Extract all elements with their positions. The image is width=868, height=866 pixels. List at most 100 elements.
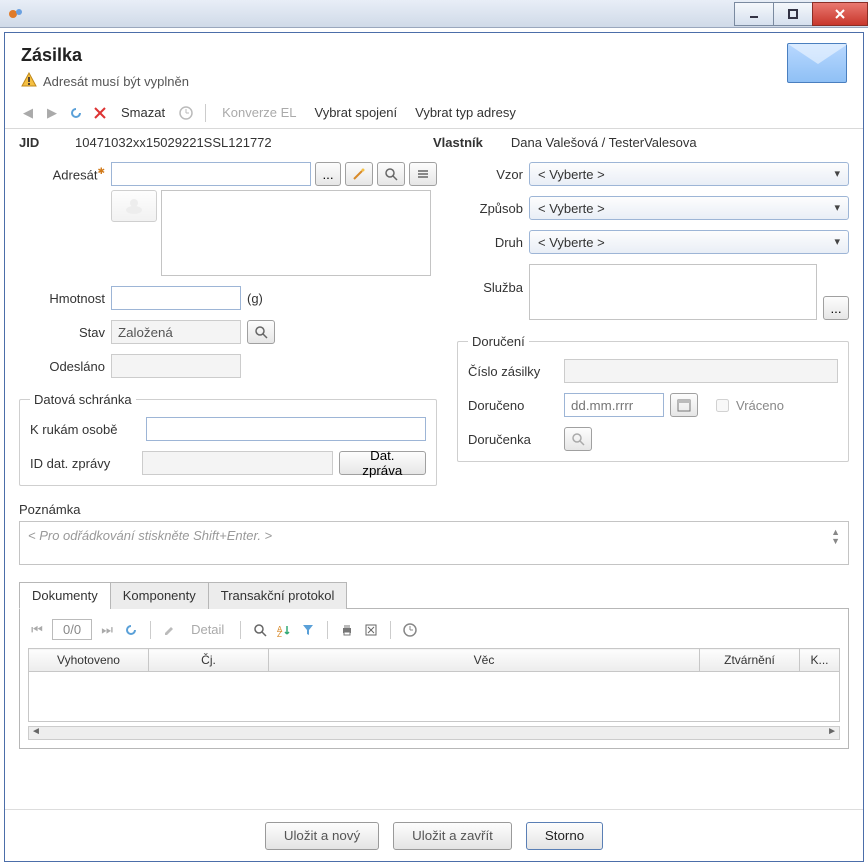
nav-back-icon[interactable]: ◀ [19,104,37,122]
save-and-new-button[interactable]: Uložit a nový [265,822,379,850]
tab-bar: Dokumenty Komponenty Transakční protokol [19,581,849,609]
vzor-select[interactable]: < Vyberte > [529,162,849,186]
hmotnost-label: Hmotnost [19,291,105,306]
envelope-icon [787,43,847,83]
adresat-label: Adresát [53,167,98,182]
browse-button[interactable]: ... [315,162,341,186]
poznamka-input[interactable]: < Pro odřádkování stiskněte Shift+Enter.… [19,521,849,565]
zpusob-select[interactable]: < Vyberte > [529,196,849,220]
vraceno-label: Vráceno [736,398,784,413]
documents-table: Vyhotoveno Čj. Věc Ztvárnění K... [28,648,840,722]
list-icon[interactable] [409,162,437,186]
detail-button: Detail [185,620,230,639]
save-and-close-button[interactable]: Uložit a zavřít [393,822,512,850]
adresat-input[interactable] [111,162,311,186]
refresh-icon[interactable] [67,104,85,122]
doruceno-input[interactable] [564,393,664,417]
owner-value: Dana Valešová / TesterValesova [503,135,849,150]
datova-schranka-legend: Datová schránka [30,392,136,407]
svg-text:Z: Z [277,630,282,637]
doruceni-legend: Doručení [468,334,529,349]
grid-sort-icon[interactable]: AZ [275,621,293,639]
grid-search-icon[interactable] [251,621,269,639]
grid-refresh-icon[interactable] [122,621,140,639]
owner-label: Vlastník [433,135,483,150]
table-row [29,672,840,722]
poznamka-label: Poznámka [19,502,849,517]
window-close-button[interactable] [812,2,868,26]
stav-label: Stav [19,325,105,340]
doruceni-group: Doručení Číslo zásilky Doručeno Vráceno [457,334,849,462]
dorucenka-label: Doručenka [468,432,558,447]
vybrat-typ-adresy-button[interactable]: Vybrat typ adresy [409,103,522,122]
cancel-button[interactable]: Storno [526,822,603,850]
hmotnost-unit: (g) [247,291,263,306]
vybrat-spojeni-button[interactable]: Vybrat spojení [309,103,404,122]
window-maximize-button[interactable] [773,2,813,26]
window-minimize-button[interactable] [734,2,774,26]
col-vyhotoveno[interactable]: Vyhotoveno [29,649,149,672]
dorucenka-lookup-icon[interactable] [564,427,592,451]
k-rukam-input[interactable] [146,417,426,441]
datova-schranka-group: Datová schránka K rukám osobě ID dat. zp… [19,392,437,486]
k-rukam-label: K rukám osobě [30,422,140,437]
druh-select[interactable]: < Vyberte > [529,230,849,254]
tab-transakcni[interactable]: Transakční protokol [208,582,348,609]
dat-zprava-button[interactable]: Dat. zpráva [339,451,426,475]
sluzba-box[interactable] [529,264,817,320]
documents-grid-panel: ⏮ 0/0 ⏭ Detail AZ [19,609,849,749]
nav-forward-icon[interactable]: ▶ [43,104,61,122]
calendar-icon[interactable] [670,393,698,417]
vraceno-checkbox [716,399,729,412]
grid-export-icon[interactable] [362,621,380,639]
col-vec[interactable]: Věc [269,649,700,672]
odeslano-label: Odesláno [19,359,105,374]
adresat-type-icon [111,190,157,222]
doruceno-label: Doručeno [468,398,558,413]
warning-text: Adresát musí být vyplněn [43,74,189,89]
cislo-zasilky-label: Číslo zásilky [468,364,558,379]
id-dat-value [142,451,333,475]
grid-filter-icon[interactable] [299,621,317,639]
grid-horizontal-scrollbar[interactable] [28,726,840,740]
delete-button[interactable]: Smazat [115,103,171,122]
stav-lookup-icon[interactable] [247,320,275,344]
stav-value [111,320,241,344]
main-toolbar: ◀ ▶ Smazat Konverze EL Vybrat spojení Vy… [5,97,863,129]
dialog-frame: Zásilka Adresát musí být vyplněn ◀ ▶ Sma… [4,32,864,862]
jid-value: 10471032xx15029221SSL121772 [75,135,405,150]
window-titlebar [0,0,868,28]
search-icon[interactable] [377,162,405,186]
spinner-icon[interactable]: ▲▼ [831,528,840,558]
tab-komponenty[interactable]: Komponenty [110,582,209,609]
page-title: Zásilka [21,45,189,66]
col-k[interactable]: K... [800,649,840,672]
odeslano-value [111,354,241,378]
hmotnost-input[interactable] [111,286,241,310]
app-icon [8,6,24,22]
zpusob-label: Způsob [457,201,523,216]
cislo-zasilky-value [564,359,838,383]
detail-edit-icon [161,621,179,639]
jid-label: JID [19,135,55,150]
pager-first-icon[interactable]: ⏮ [28,621,46,639]
druh-label: Druh [457,235,523,250]
lookup-wand-icon[interactable] [345,162,373,186]
tab-dokumenty[interactable]: Dokumenty [19,582,111,609]
required-icon: ✱ [97,166,105,176]
delete-icon[interactable] [91,104,109,122]
sluzba-browse-button[interactable]: ... [823,296,849,320]
warning-icon [21,72,37,91]
grid-history-icon[interactable] [401,621,419,639]
adresat-textarea[interactable] [161,190,431,276]
pager-display: 0/0 [52,619,92,640]
col-cj[interactable]: Čj. [149,649,269,672]
col-ztvarneni[interactable]: Ztvárnění [700,649,800,672]
id-dat-label: ID dat. zprávy [30,456,136,471]
konverze-el-button: Konverze EL [216,103,302,122]
pager-last-icon[interactable]: ⏭ [98,621,116,639]
grid-print-icon[interactable] [338,621,356,639]
vzor-label: Vzor [457,167,523,182]
sluzba-label: Služba [457,264,523,295]
clock-icon [177,104,195,122]
